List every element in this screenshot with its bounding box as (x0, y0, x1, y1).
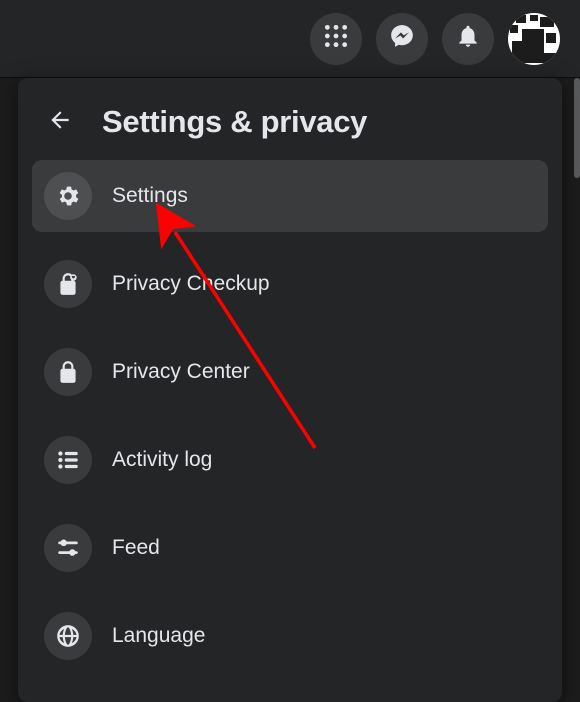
messenger-button[interactable] (376, 13, 428, 65)
lock-heart-icon (44, 260, 92, 308)
menu-item-language[interactable]: Language (32, 600, 548, 672)
gear-icon (44, 172, 92, 220)
menu-grid-button[interactable] (310, 13, 362, 65)
arrow-left-icon (47, 107, 73, 138)
scrollbar[interactable] (574, 78, 580, 178)
back-button[interactable] (40, 102, 80, 142)
notifications-button[interactable] (442, 13, 494, 65)
menu-item-settings[interactable]: Settings (32, 160, 548, 232)
menu-item-label: Feed (112, 536, 160, 560)
menu-item-label: Privacy Checkup (112, 272, 270, 296)
bell-icon (455, 23, 481, 54)
messenger-icon (389, 23, 415, 54)
menu-item-label: Language (112, 624, 205, 648)
account-avatar[interactable] (508, 13, 560, 65)
top-bar (0, 0, 580, 78)
menu-item-feed[interactable]: Feed (32, 512, 548, 584)
menu-item-privacy-checkup[interactable]: Privacy Checkup (32, 248, 548, 320)
menu-item-label: Privacy Center (112, 360, 250, 384)
panel-header: Settings & privacy (32, 92, 548, 160)
sliders-icon (44, 524, 92, 572)
list-icon (44, 436, 92, 484)
menu-item-label: Activity log (112, 448, 212, 472)
grid-icon (323, 23, 349, 54)
lock-icon (44, 348, 92, 396)
settings-privacy-panel: Settings & privacy Settings Privacy Chec… (18, 78, 562, 702)
menu-item-privacy-center[interactable]: Privacy Center (32, 336, 548, 408)
avatar-icon (510, 15, 558, 63)
globe-icon (44, 612, 92, 660)
menu-item-label: Settings (112, 184, 188, 208)
menu-item-activity-log[interactable]: Activity log (32, 424, 548, 496)
panel-title: Settings & privacy (102, 104, 367, 140)
